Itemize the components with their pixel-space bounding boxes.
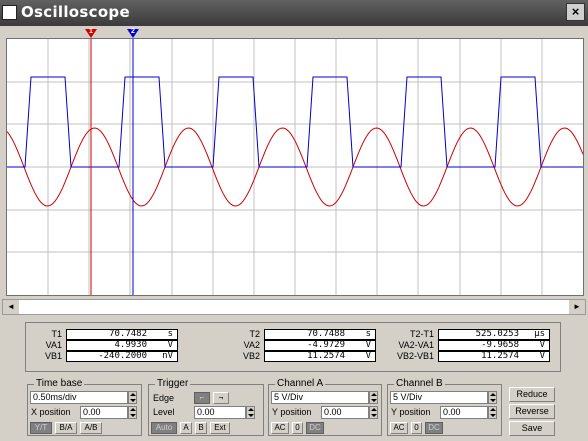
channel-a-dc-button[interactable]: DC	[306, 422, 324, 434]
scroll-left-button[interactable]: ◄	[3, 300, 19, 314]
xpos-label: X position	[31, 407, 71, 417]
va1-value: 4.9930	[114, 340, 147, 350]
channel-a-title: Channel A	[275, 378, 326, 390]
channel-b-scale-field[interactable]: 5 V/Div	[390, 391, 488, 404]
channel-b-ypos-spinner[interactable]	[488, 406, 497, 419]
window-title: Oscilloscope	[21, 3, 130, 21]
va1-unit: V	[167, 340, 173, 350]
channel-a-zero-button[interactable]: 0	[292, 422, 303, 434]
cursor-1-label: 1	[89, 28, 93, 35]
channel-a-ypos-label: Y position	[272, 407, 312, 417]
timebase-scale-spinner[interactable]	[128, 391, 137, 404]
dt-unit: μs	[534, 329, 545, 339]
timebase-scale-field[interactable]: 0.50ms/div	[30, 391, 128, 404]
cursor-2-label: 2	[131, 28, 135, 35]
t2-label: T2	[249, 329, 260, 339]
rising-edge-icon[interactable]: ⌐	[194, 392, 210, 404]
dt-value: 525.0253	[475, 329, 519, 339]
t1-value-box: 70.7482 s	[66, 329, 178, 340]
ab-mode-button[interactable]: A/B	[80, 422, 102, 434]
scroll-right-button[interactable]: ►	[569, 300, 585, 314]
va2-label: VA2	[243, 340, 260, 350]
vb2-label: VB2	[242, 351, 260, 361]
channel-a-ypos-spinner[interactable]	[369, 406, 378, 419]
dvb-value: 11.2574	[481, 351, 519, 361]
xpos-field[interactable]: 0.00	[80, 406, 128, 419]
channel-b-ac-button[interactable]: AC	[390, 422, 408, 434]
dvb-unit: V	[539, 351, 545, 361]
channel-b-group: Channel B 5 V/Div Y position 0.00 AC 0 D…	[387, 378, 502, 436]
trigger-a-button[interactable]: A	[180, 422, 192, 434]
vb2-unit: V	[365, 351, 371, 361]
vb1-label: VB1	[44, 351, 62, 361]
scope-screen	[6, 38, 584, 296]
xpos-spinner[interactable]	[128, 406, 137, 419]
vb2-value-box: 11.2574 V	[264, 351, 376, 362]
reduce-button[interactable]: Reduce	[509, 387, 555, 402]
cursor-1-handle[interactable]: 1	[85, 28, 97, 38]
scroll-track[interactable]	[19, 300, 569, 314]
channel-a-scale-field[interactable]: 5 V/Div	[271, 391, 369, 404]
save-button[interactable]: Save	[509, 421, 555, 436]
trigger-group: Trigger Edge ⌐ ¬ Level 0.00 Auto A B Ext	[148, 378, 264, 436]
dvb-label: VB2-VB1	[396, 351, 434, 361]
trigger-auto-button[interactable]: Auto	[151, 422, 177, 434]
dva-value-box: -9.9658 V	[438, 340, 550, 351]
vb2-value: 11.2574	[307, 351, 345, 361]
channel-a-scale-spinner[interactable]	[369, 391, 378, 404]
ba-mode-button[interactable]: B/A	[55, 422, 77, 434]
dvb-value-box: 11.2574 V	[438, 351, 550, 362]
trigger-ext-button[interactable]: Ext	[210, 422, 230, 434]
va2-value-box: -4.9729 V	[264, 340, 376, 351]
channel-b-zero-button[interactable]: 0	[411, 422, 422, 434]
channel-a-ac-button[interactable]: AC	[271, 422, 289, 434]
t2-value-box: 70.7488 s	[264, 329, 376, 340]
trigger-title: Trigger	[155, 378, 191, 390]
measurement-readout: T1 70.7482 s VA1 4.9930 V VB1 -240.2000 nV …	[25, 322, 561, 372]
channel-b-ypos-label: Y position	[391, 407, 431, 417]
level-label: Level	[153, 407, 175, 417]
va2-unit: V	[365, 340, 371, 350]
timebase-title: Time base	[34, 378, 85, 390]
trigger-b-button[interactable]: B	[195, 422, 207, 434]
va1-value-box: 4.9930 V	[66, 340, 178, 351]
t2-value: 70.7488	[307, 329, 345, 339]
channel-b-dc-button[interactable]: DC	[425, 422, 443, 434]
t1-unit: s	[167, 329, 173, 339]
timebase-group: Time base 0.50ms/div X position 0.00 Y/T…	[27, 378, 142, 436]
t2-unit: s	[365, 329, 371, 339]
channel-b-ypos-field[interactable]: 0.00	[440, 406, 488, 419]
yt-mode-button[interactable]: Y/T	[30, 422, 52, 434]
dt-label: T2-T1	[409, 329, 434, 339]
channel-a-ypos-field[interactable]: 0.00	[321, 406, 369, 419]
waveform-display	[7, 39, 583, 295]
va2-value: -4.9729	[307, 340, 345, 350]
title-bar: Oscilloscope ×	[0, 0, 588, 26]
channel-a-group: Channel A 5 V/Div Y position 0.00 AC 0 D…	[268, 378, 382, 436]
dt-value-box: 525.0253 μs	[438, 329, 550, 340]
trigger-level-spinner[interactable]	[246, 406, 255, 419]
close-button[interactable]: ×	[566, 3, 585, 21]
reverse-button[interactable]: Reverse	[509, 404, 555, 419]
falling-edge-icon[interactable]: ¬	[213, 392, 229, 404]
dva-unit: V	[539, 340, 545, 350]
vb1-value: -240.2000	[98, 351, 147, 361]
t1-label: T1	[51, 329, 62, 339]
va1-label: VA1	[45, 340, 62, 350]
vb1-value-box: -240.2000 nV	[66, 351, 178, 362]
dva-label: VA2-VA1	[398, 340, 434, 350]
t1-value: 70.7482	[109, 329, 147, 339]
channel-b-title: Channel B	[394, 378, 445, 390]
horizontal-scrollbar[interactable]: ◄ ►	[2, 299, 586, 315]
window-icon	[2, 5, 17, 20]
edge-label: Edge	[153, 393, 175, 403]
channel-b-scale-spinner[interactable]	[488, 391, 497, 404]
cursor-2-handle[interactable]: 2	[127, 28, 139, 38]
vb1-unit: nV	[162, 351, 173, 361]
dva-value: -9.9658	[481, 340, 519, 350]
trigger-level-field[interactable]: 0.00	[194, 406, 246, 419]
